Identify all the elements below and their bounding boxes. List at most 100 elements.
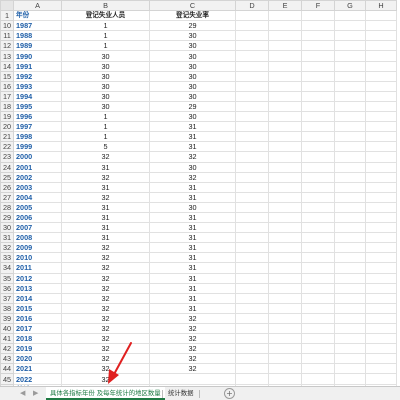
- row-number[interactable]: 28: [0, 201, 14, 213]
- empty-cell[interactable]: [365, 111, 397, 123]
- rate-cell[interactable]: 32: [149, 363, 236, 375]
- row-number[interactable]: 39: [0, 312, 14, 325]
- empty-cell[interactable]: [301, 282, 335, 294]
- empty-cell[interactable]: [235, 70, 269, 82]
- empty-cell[interactable]: [301, 262, 335, 274]
- empty-cell[interactable]: [268, 262, 302, 274]
- empty-cell[interactable]: [268, 363, 302, 375]
- row-number[interactable]: 40: [0, 322, 14, 335]
- empty-cell[interactable]: [301, 222, 335, 234]
- year-cell[interactable]: 1994: [13, 90, 62, 102]
- empty-cell[interactable]: [334, 80, 366, 92]
- row-number[interactable]: 19: [0, 111, 14, 123]
- rate-cell[interactable]: 32: [149, 333, 236, 345]
- empty-cell[interactable]: [301, 100, 335, 113]
- empty-cell[interactable]: [334, 282, 366, 294]
- rate-cell[interactable]: 31: [149, 181, 236, 193]
- empty-cell[interactable]: [334, 343, 366, 355]
- unemployed-cell[interactable]: 32: [61, 343, 150, 355]
- empty-cell[interactable]: [334, 252, 366, 264]
- empty-cell[interactable]: [301, 181, 335, 193]
- empty-cell[interactable]: [301, 60, 335, 72]
- empty-cell[interactable]: [268, 252, 302, 264]
- sheet-tab-indicators[interactable]: 具体各指标年份 及每年统计的地区数量: [46, 387, 165, 400]
- empty-cell[interactable]: [301, 252, 335, 264]
- year-cell[interactable]: 2016: [13, 312, 62, 325]
- empty-cell[interactable]: [235, 30, 269, 42]
- prev-sheet-button[interactable]: ◀: [20, 389, 25, 397]
- empty-cell[interactable]: [268, 131, 302, 143]
- year-cell[interactable]: 1997: [13, 121, 62, 133]
- rate-cell[interactable]: 31: [149, 121, 236, 133]
- unemployed-cell[interactable]: 1: [61, 20, 150, 32]
- empty-cell[interactable]: [334, 333, 366, 345]
- empty-cell[interactable]: [268, 232, 302, 244]
- year-cell[interactable]: 1998: [13, 131, 62, 143]
- empty-cell[interactable]: [268, 100, 302, 113]
- row-number[interactable]: 22: [0, 141, 14, 153]
- empty-cell[interactable]: [365, 191, 397, 203]
- empty-cell[interactable]: [301, 30, 335, 42]
- empty-cell[interactable]: [365, 282, 397, 294]
- empty-cell[interactable]: [301, 211, 335, 224]
- row-number[interactable]: 32: [0, 242, 14, 254]
- unemployed-cell[interactable]: 30: [61, 50, 150, 62]
- rate-cell[interactable]: 30: [149, 40, 236, 52]
- year-cell[interactable]: 2002: [13, 171, 62, 183]
- empty-cell[interactable]: [235, 171, 269, 183]
- empty-cell[interactable]: [235, 131, 269, 143]
- empty-cell[interactable]: [301, 50, 335, 62]
- year-cell[interactable]: 2011: [13, 262, 62, 274]
- row-number[interactable]: 18: [0, 100, 14, 113]
- empty-cell[interactable]: [334, 171, 366, 183]
- year-cell[interactable]: 2013: [13, 282, 62, 294]
- empty-cell[interactable]: [268, 292, 302, 304]
- rate-cell[interactable]: 29: [149, 100, 236, 113]
- empty-cell[interactable]: [235, 181, 269, 193]
- empty-cell[interactable]: [365, 353, 397, 365]
- year-cell[interactable]: 2000: [13, 151, 62, 163]
- unemployed-cell[interactable]: 32: [61, 262, 150, 274]
- column-header-b[interactable]: B: [61, 0, 150, 12]
- unemployed-cell[interactable]: 30: [61, 100, 150, 113]
- empty-cell[interactable]: [301, 302, 335, 314]
- empty-cell[interactable]: [365, 10, 397, 22]
- empty-cell[interactable]: [365, 222, 397, 234]
- empty-cell[interactable]: [334, 242, 366, 254]
- year-cell[interactable]: 2009: [13, 242, 62, 254]
- row-number[interactable]: 13: [0, 50, 14, 62]
- empty-cell[interactable]: [235, 312, 269, 325]
- year-cell[interactable]: 2010: [13, 252, 62, 264]
- empty-cell[interactable]: [235, 151, 269, 163]
- header-cell-unemployed[interactable]: 登记失业人员: [61, 10, 150, 22]
- empty-cell[interactable]: [365, 292, 397, 304]
- row-number[interactable]: 21: [0, 131, 14, 143]
- empty-cell[interactable]: [334, 131, 366, 143]
- column-header-e[interactable]: E: [268, 0, 302, 12]
- empty-cell[interactable]: [365, 20, 397, 32]
- empty-cell[interactable]: [365, 232, 397, 244]
- row-number[interactable]: 26: [0, 181, 14, 193]
- unemployed-cell[interactable]: 1: [61, 40, 150, 52]
- empty-cell[interactable]: [268, 272, 302, 284]
- empty-cell[interactable]: [268, 373, 302, 385]
- unemployed-cell[interactable]: 32: [61, 272, 150, 284]
- year-cell[interactable]: 2004: [13, 191, 62, 203]
- empty-cell[interactable]: [268, 171, 302, 183]
- rate-cell[interactable]: 30: [149, 111, 236, 123]
- empty-cell[interactable]: [334, 70, 366, 82]
- empty-cell[interactable]: [301, 90, 335, 102]
- column-header-h[interactable]: H: [365, 0, 397, 12]
- row-number[interactable]: 16: [0, 80, 14, 92]
- empty-cell[interactable]: [365, 100, 397, 113]
- empty-cell[interactable]: [334, 141, 366, 153]
- column-header-g[interactable]: G: [334, 0, 366, 12]
- rate-cell[interactable]: 31: [149, 252, 236, 264]
- empty-cell[interactable]: [365, 322, 397, 335]
- empty-cell[interactable]: [334, 363, 366, 375]
- unemployed-cell[interactable]: 31: [61, 211, 150, 224]
- empty-cell[interactable]: [301, 353, 335, 365]
- empty-cell[interactable]: [235, 40, 269, 52]
- empty-cell[interactable]: [268, 181, 302, 193]
- row-number[interactable]: 24: [0, 161, 14, 173]
